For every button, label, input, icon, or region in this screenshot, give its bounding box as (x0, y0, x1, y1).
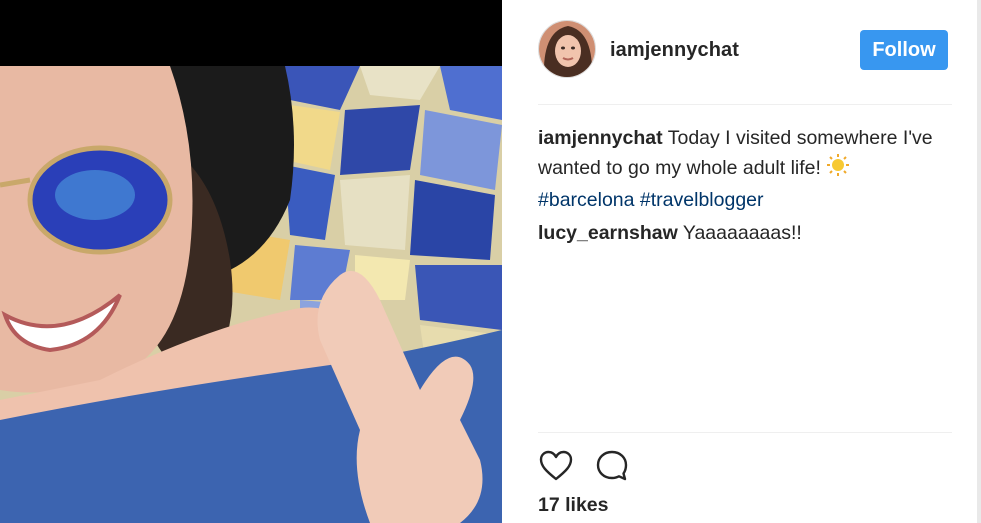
post-username[interactable]: iamjennychat (610, 39, 739, 62)
reply-comment: lucy_earnshaw Yaaaaaaaas!! (538, 219, 938, 248)
divider (538, 104, 952, 105)
comment-icon[interactable] (594, 448, 630, 484)
post-actions (538, 448, 738, 488)
heart-icon[interactable] (538, 448, 574, 484)
selfie-image (0, 0, 502, 523)
post-header: iamjennychat Follow (538, 20, 950, 104)
hashtag-link[interactable]: #travelblogger (640, 189, 764, 211)
post-photo[interactable] (0, 0, 502, 523)
likes-count[interactable]: 17 likes (538, 494, 608, 517)
scrollbar-edge (977, 0, 981, 523)
hashtag-link[interactable]: #barcelona (538, 189, 635, 211)
avatar-image (539, 21, 595, 77)
post-sidebar: iamjennychat Follow iamjennychat Today I… (502, 0, 981, 523)
sun-icon (826, 153, 850, 186)
follow-button[interactable]: Follow (860, 30, 948, 70)
avatar[interactable] (538, 20, 596, 78)
divider (538, 432, 952, 433)
comment-text: Yaaaaaaaas!! (682, 222, 802, 244)
caption-comment: iamjennychat Today I visited somewhere I… (538, 124, 938, 215)
comment-username[interactable]: iamjennychat (538, 127, 663, 149)
comment-username[interactable]: lucy_earnshaw (538, 222, 678, 244)
comments-list: iamjennychat Today I visited somewhere I… (538, 124, 938, 252)
